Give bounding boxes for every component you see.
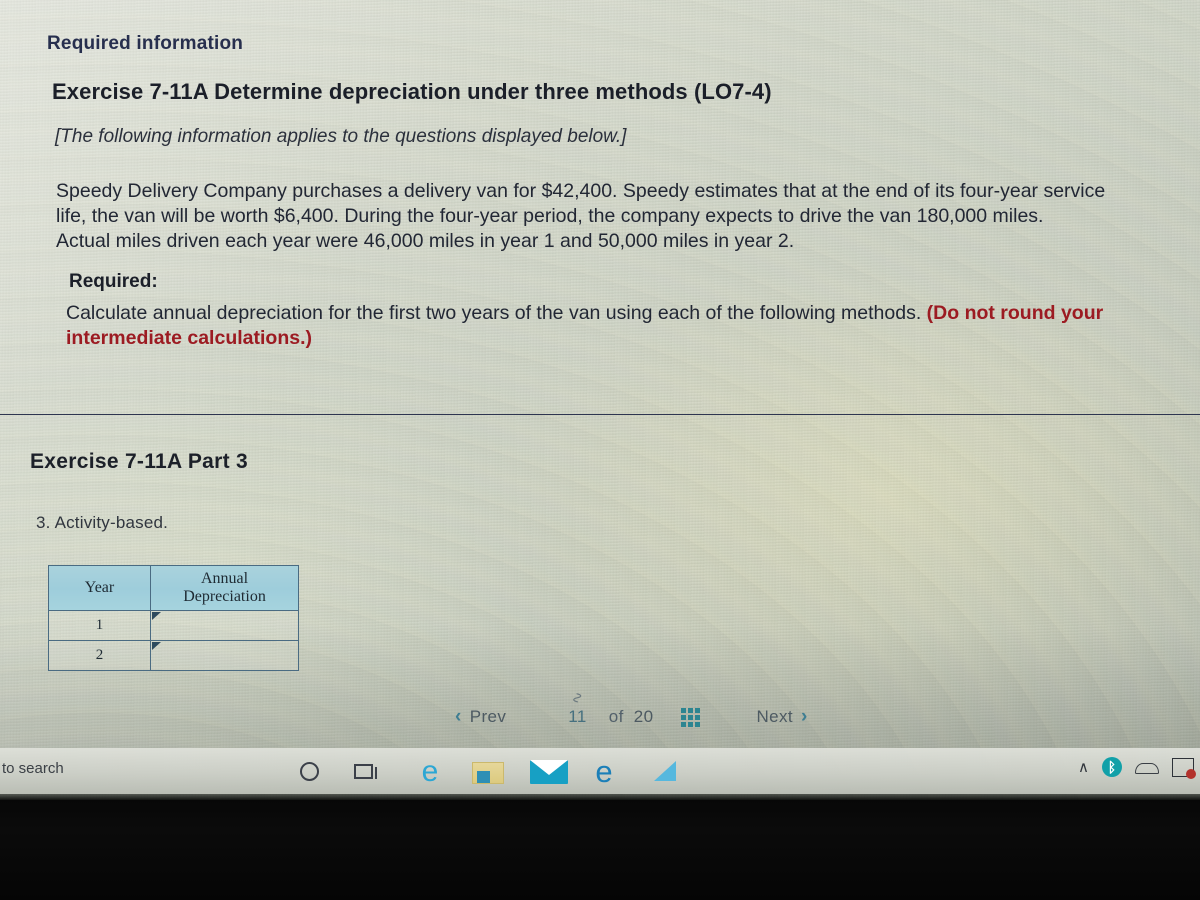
- chevron-left-icon: ‹: [455, 706, 462, 727]
- task-view-icon[interactable]: [350, 758, 377, 784]
- windows-taskbar: to search e e ∧ ᛒ: [0, 748, 1200, 794]
- cortana-ring: [299, 761, 319, 781]
- column-header-annual-line2: Depreciation: [183, 588, 266, 605]
- edge-legacy-icon[interactable]: e: [412, 754, 448, 790]
- grid-dot: [695, 721, 701, 727]
- next-button[interactable]: Next ›: [756, 706, 807, 728]
- table-row: 1: [48, 610, 299, 641]
- grid-dot: [688, 714, 694, 720]
- screen-bottom-edge: [0, 794, 1200, 800]
- column-header-annual-depreciation: Annual Depreciation: [150, 565, 299, 611]
- mail-icon[interactable]: [528, 758, 570, 786]
- scenario-line-2: life, the van will be worth $6,400. Duri…: [56, 205, 1044, 227]
- onedrive-icon[interactable]: [1135, 758, 1159, 776]
- scenario-line-1: Speedy Delivery Company purchases a deli…: [56, 180, 1106, 202]
- input-annual-depreciation-year-1[interactable]: [150, 610, 299, 641]
- edge-browser-icon[interactable]: e: [586, 754, 622, 790]
- laptop-screen-photo: Required information Exercise 7-11A Dete…: [0, 0, 1200, 900]
- table-row: 2: [48, 640, 299, 671]
- page-of-label: of: [608, 707, 624, 726]
- scenario-paragraph: Speedy Delivery Company purchases a deli…: [56, 179, 1200, 254]
- required-information-heading: Required information: [47, 33, 244, 54]
- page-number-value: 11: [568, 707, 587, 726]
- page-content: Required information Exercise 7-11A Dete…: [0, 0, 1200, 800]
- scenario-line-3: Actual miles driven each year were 46,00…: [56, 230, 795, 252]
- table-header-row: Year Annual Depreciation: [48, 565, 299, 611]
- required-line-1: Calculate annual depreciation for the fi…: [66, 301, 1200, 326]
- grid-dot: [688, 721, 694, 727]
- column-header-annual-line1: Annual: [200, 570, 249, 587]
- part-heading: Exercise 7-11A Part 3: [30, 450, 249, 473]
- grid-dot: [688, 707, 694, 713]
- file-explorer-icon[interactable]: [470, 760, 506, 786]
- bluetooth-icon[interactable]: ᛒ: [1102, 757, 1122, 777]
- grid-dot: [681, 721, 687, 727]
- network-icon[interactable]: [1172, 757, 1196, 779]
- search-input[interactable]: to search: [2, 760, 64, 777]
- laptop-bezel: ASUS: [0, 800, 1200, 900]
- app-icon[interactable]: [650, 758, 680, 784]
- grid-icon[interactable]: [681, 707, 701, 727]
- grid-dot: [695, 707, 701, 713]
- prev-label: Prev: [469, 707, 507, 726]
- page-number-input[interactable]: ∿ 11: [568, 692, 587, 727]
- cell-year-2: 2: [48, 640, 151, 671]
- pagination-bar: ‹ Prev ∿ 11 of 20 Next ›: [455, 692, 875, 732]
- cell-year-1: 1: [48, 610, 151, 641]
- next-label: Next: [756, 707, 794, 726]
- cloud-shape: [1135, 763, 1159, 774]
- app-shape: [654, 761, 676, 781]
- envelope-shape: [530, 760, 568, 784]
- required-line-1-plain: Calculate annual depreciation for the fi…: [66, 302, 927, 324]
- depreciation-table: Year Annual Depreciation 1 2: [48, 565, 299, 671]
- screen-area: Required information Exercise 7-11A Dete…: [0, 0, 1200, 800]
- exercise-title: Exercise 7-11A Determine depreciation un…: [52, 79, 772, 104]
- folder-shape: [472, 762, 504, 784]
- chevron-up-icon[interactable]: ∧: [1078, 758, 1089, 776]
- required-instructions: Calculate annual depreciation for the fi…: [66, 301, 1200, 351]
- prev-button[interactable]: ‹ Prev: [455, 706, 506, 728]
- required-line-1-emphasis: (Do not round your: [926, 302, 1104, 324]
- grid-dot: [681, 707, 687, 713]
- applies-to-questions-note: [The following information applies to th…: [55, 126, 627, 147]
- total-pages-value: 20: [633, 707, 654, 726]
- chevron-right-icon: ›: [801, 706, 808, 727]
- task-view-shape: [353, 763, 377, 779]
- required-label: Required:: [69, 271, 158, 292]
- cursor-glyph-icon: ∿: [568, 691, 586, 705]
- part-prompt: 3. Activity-based.: [36, 513, 169, 532]
- column-header-year: Year: [48, 565, 151, 611]
- cortana-icon[interactable]: [296, 758, 322, 784]
- cell-marker-icon: [152, 642, 161, 650]
- grid-dot: [695, 714, 701, 720]
- cell-marker-icon: [152, 612, 161, 620]
- input-annual-depreciation-year-2[interactable]: [150, 640, 299, 671]
- required-line-2-emphasis: intermediate calculations.): [66, 327, 312, 349]
- system-tray: ∧ ᛒ: [1078, 757, 1196, 779]
- grid-dot: [681, 714, 687, 720]
